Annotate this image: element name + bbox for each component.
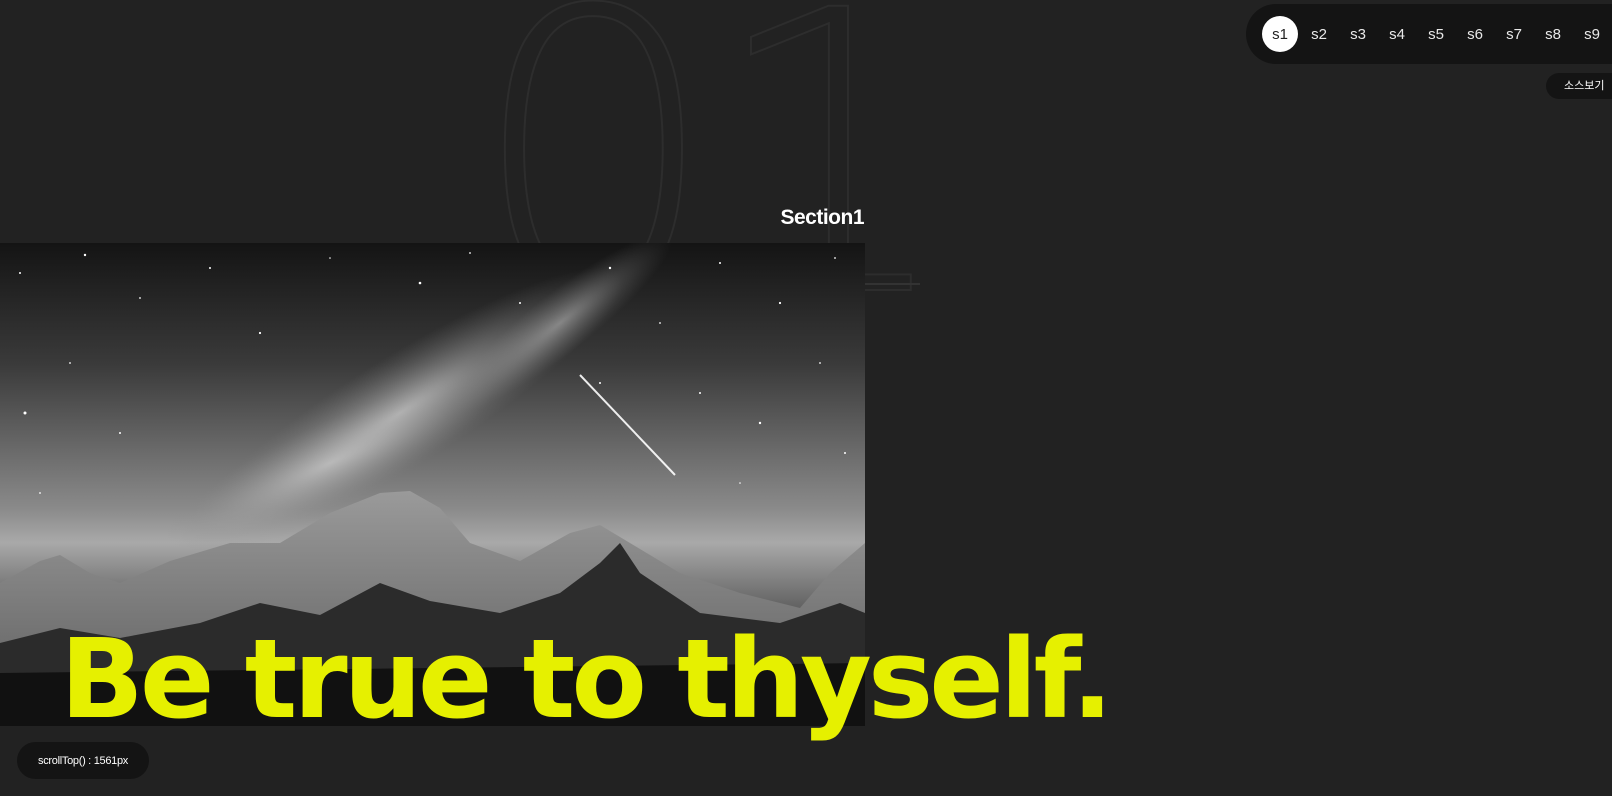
nav-item-s6[interactable]: s6 bbox=[1457, 16, 1493, 52]
nav-item-s4[interactable]: s4 bbox=[1379, 16, 1415, 52]
hero-headline: Be true to thyself. bbox=[60, 615, 1113, 743]
nav-item-s2[interactable]: s2 bbox=[1301, 16, 1337, 52]
nav-item-s1[interactable]: s1 bbox=[1262, 16, 1298, 52]
nav-item-s5[interactable]: s5 bbox=[1418, 16, 1454, 52]
scroll-position-indicator: scrollTop() : 1561px bbox=[17, 742, 149, 779]
view-source-button[interactable]: 소스보기 bbox=[1546, 73, 1612, 99]
nav-item-s8[interactable]: s8 bbox=[1535, 16, 1571, 52]
nav-item-s9[interactable]: s9 bbox=[1574, 16, 1610, 52]
nav-item-s7[interactable]: s7 bbox=[1496, 16, 1532, 52]
section-title: Section1 bbox=[780, 206, 864, 229]
decorative-line bbox=[862, 283, 920, 285]
nav-item-s3[interactable]: s3 bbox=[1340, 16, 1376, 52]
section-nav: s1 s2 s3 s4 s5 s6 s7 s8 s9 bbox=[1246, 4, 1612, 64]
